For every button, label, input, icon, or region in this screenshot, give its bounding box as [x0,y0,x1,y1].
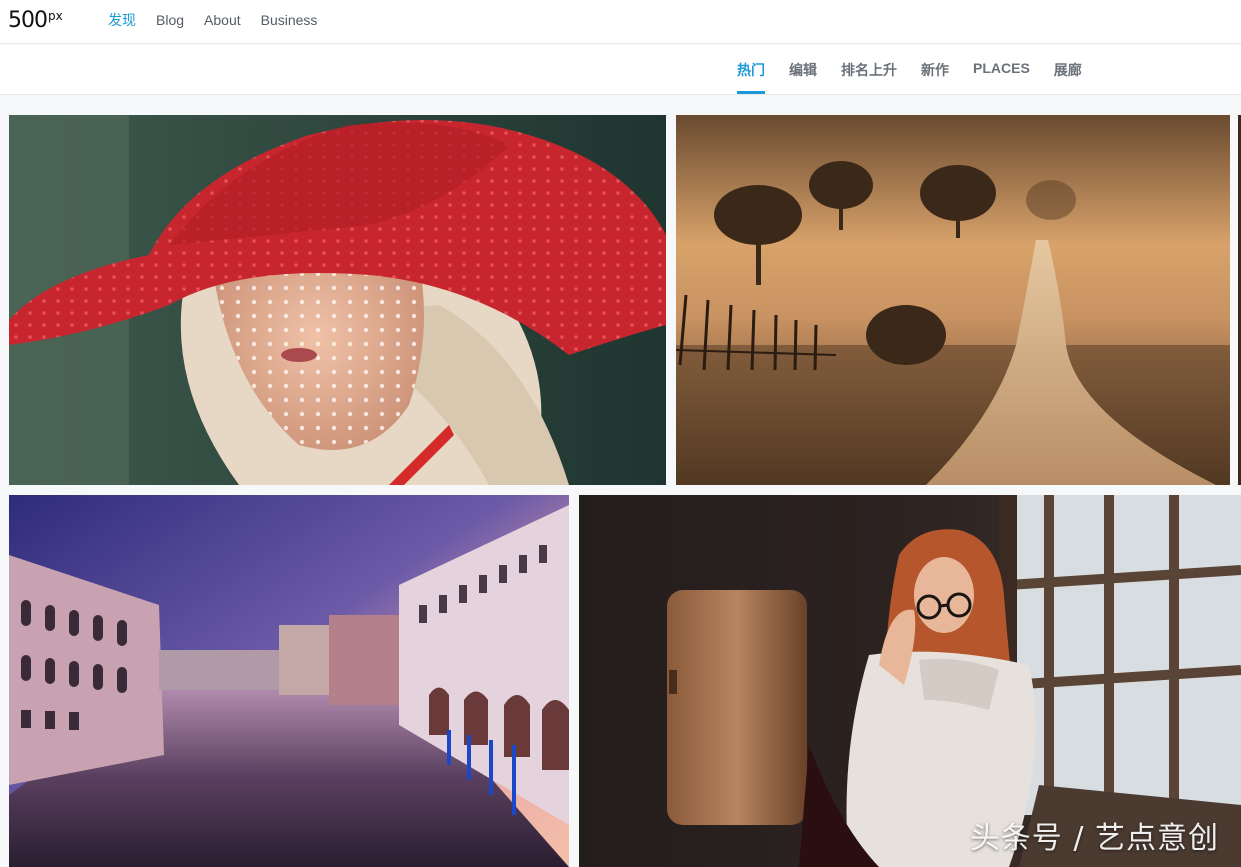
tab-fresh[interactable]: 新作 [921,45,949,95]
photo-red-hat-image [9,115,666,485]
photo-venice-canal[interactable] [9,495,569,867]
photo-misty-road[interactable] [676,115,1230,485]
top-navbar: 500 px 发现 Blog About Business [0,0,1241,44]
logo[interactable]: 500 px [8,8,63,34]
logo-sup-text: px [48,9,63,23]
nav-item-blog[interactable]: Blog [156,12,184,28]
main-nav: 发现 Blog About Business [108,0,337,40]
nav-item-about[interactable]: About [204,12,241,28]
tab-places[interactable]: PLACES [973,45,1030,95]
category-tabs: 热门 编辑 排名上升 新作 PLACES 展廊 [737,45,1106,95]
photo-venice-canal-image [9,495,569,867]
photo-misty-road-image [676,115,1230,485]
logo-text: 500 [8,8,48,33]
tab-editors[interactable]: 编辑 [789,45,817,95]
tab-upcoming[interactable]: 排名上升 [841,45,897,95]
photo-woman-glasses-image [579,495,1241,867]
nav-item-business[interactable]: Business [261,12,318,28]
nav-item-discover[interactable]: 发现 [108,10,136,30]
photo-woman-glasses[interactable]: 头条号 / 艺点意创 [579,495,1241,867]
watermark-text: 头条号 / 艺点意创 [969,821,1219,856]
tab-galleries[interactable]: 展廊 [1054,45,1082,95]
category-tabbar: 热门 编辑 排名上升 新作 PLACES 展廊 [0,45,1241,95]
photo-red-hat-portrait[interactable] [9,115,666,485]
tab-popular[interactable]: 热门 [737,45,765,95]
